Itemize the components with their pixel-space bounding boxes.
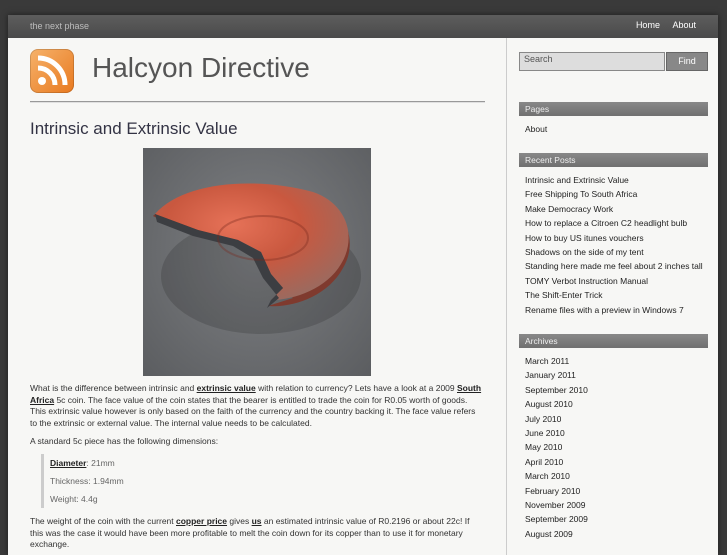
post-title[interactable]: Intrinsic and Extrinsic Value — [30, 119, 238, 139]
archive-link[interactable]: June 2010 — [525, 426, 715, 440]
archive-link[interactable]: January 2011 — [525, 368, 715, 382]
archive-link[interactable]: February 2010 — [525, 484, 715, 498]
pages-heading: Pages — [519, 102, 708, 116]
diameter-value: : 21mm — [86, 458, 115, 468]
main-content: Halcyon Directive Intrinsic and Extrinsi… — [8, 38, 506, 555]
diameter-item: Diameter: 21mm — [50, 454, 250, 472]
post-paragraph-1: What is the difference between intrinsic… — [30, 383, 484, 429]
copper-price-link[interactable]: copper price — [176, 516, 227, 526]
post-paragraph-3: The weight of the coin with the current … — [30, 516, 484, 551]
archive-link[interactable]: April 2010 — [525, 455, 715, 469]
pages-list: About — [525, 122, 715, 136]
site-title[interactable]: Halcyon Directive — [92, 52, 310, 84]
recent-post-link[interactable]: Standing here made me feel about 2 inche… — [525, 259, 715, 273]
rss-feed-icon[interactable] — [30, 49, 74, 93]
recent-post-link[interactable]: How to buy US itunes vouchers — [525, 231, 715, 245]
text-fragment: What is the difference between intrinsic… — [30, 383, 197, 393]
tagline: the next phase — [30, 21, 90, 31]
sidebar: Search Find Pages About Recent Posts Int… — [506, 38, 719, 555]
recent-post-link[interactable]: TOMY Verbot Instruction Manual — [525, 274, 715, 288]
nav-home-link[interactable]: Home — [636, 20, 660, 30]
recent-posts-list: Intrinsic and Extrinsic Value Free Shipp… — [525, 173, 715, 317]
archive-link[interactable]: March 2010 — [525, 469, 715, 483]
recent-post-link[interactable]: The Shift-Enter Trick — [525, 288, 715, 302]
archives-list: March 2011 January 2011 September 2010 A… — [525, 354, 715, 541]
archive-link[interactable]: May 2010 — [525, 440, 715, 454]
archive-link[interactable]: September 2010 — [525, 383, 715, 397]
post-paragraph-2: A standard 5c piece has the following di… — [30, 436, 219, 446]
recent-post-link[interactable]: How to replace a Citroen C2 headlight bu… — [525, 216, 715, 230]
nav-about-link[interactable]: About — [672, 20, 696, 30]
text-fragment: with relation to currency? Lets have a l… — [255, 383, 457, 393]
find-button[interactable]: Find — [666, 52, 708, 71]
archives-heading: Archives — [519, 334, 708, 348]
recent-post-link[interactable]: Intrinsic and Extrinsic Value — [525, 173, 715, 187]
diameter-link[interactable]: Diameter — [50, 458, 86, 468]
recent-post-link[interactable]: Make Democracy Work — [525, 202, 715, 216]
top-bar: the next phase Home About — [8, 15, 718, 38]
page-frame: the next phase Home About Halcyon Direct… — [8, 15, 718, 555]
text-fragment: The weight of the coin with the current — [30, 516, 176, 526]
header-divider — [30, 101, 485, 103]
weight-item: Weight: 4.4g — [50, 494, 98, 504]
recent-post-link[interactable]: Rename files with a preview in Windows 7 — [525, 303, 715, 317]
text-fragment: 5c coin. The face value of the coin stat… — [30, 394, 476, 428]
archive-link[interactable]: November 2009 — [525, 498, 715, 512]
archive-link[interactable]: August 2009 — [525, 527, 715, 541]
dimensions-blockquote: Diameter: 21mm Thickness: 1.94mm Weight:… — [41, 454, 250, 508]
us-link[interactable]: us — [252, 516, 262, 526]
extrinsic-value-link[interactable]: extrinsic value — [197, 383, 256, 393]
top-nav: Home About — [626, 20, 696, 30]
text-fragment: gives — [227, 516, 252, 526]
thickness-item: Thickness: 1.94mm — [50, 476, 124, 486]
archive-link[interactable]: March 2011 — [525, 354, 715, 368]
recent-posts-heading: Recent Posts — [519, 153, 708, 167]
recent-post-link[interactable]: Shadows on the side of my tent — [525, 245, 715, 259]
page-link-about[interactable]: About — [525, 122, 715, 136]
archive-link[interactable]: September 2009 — [525, 512, 715, 526]
recent-post-link[interactable]: Free Shipping To South Africa — [525, 187, 715, 201]
search-input[interactable]: Search — [519, 52, 665, 71]
coin-image — [143, 148, 371, 376]
archive-link[interactable]: July 2010 — [525, 412, 715, 426]
archive-link[interactable]: August 2010 — [525, 397, 715, 411]
